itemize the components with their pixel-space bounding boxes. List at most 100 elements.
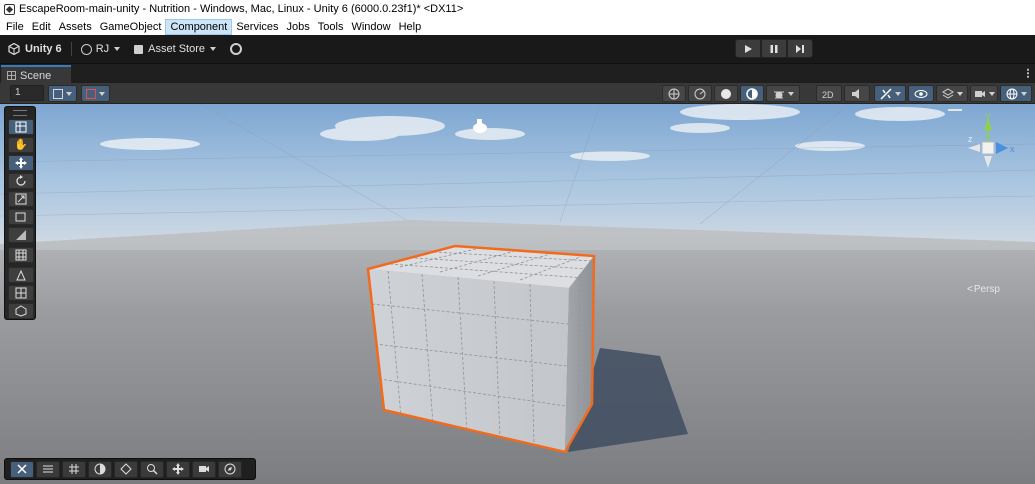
menu-component[interactable]: Component [165, 18, 233, 35]
tools-overlay: ✋ [4, 106, 36, 320]
grid-button[interactable] [62, 460, 86, 478]
transform-tool-button[interactable] [8, 227, 34, 243]
grid-snap-dropdown[interactable] [48, 85, 77, 102]
tab-scene[interactable]: Scene [1, 65, 71, 84]
effects-icon [879, 87, 892, 100]
settings-button[interactable] [36, 460, 60, 478]
menu-gameobject[interactable]: GameObject [96, 19, 166, 35]
unity-version-button[interactable]: Unity 6 [8, 43, 62, 55]
gizmo-x-label: x [1010, 144, 1015, 154]
play-button[interactable] [735, 39, 761, 58]
visibility-icon [914, 89, 928, 98]
settings-gear-icon[interactable] [230, 43, 242, 55]
tab-scene-label: Scene [20, 69, 52, 82]
nav-button[interactable] [114, 460, 138, 478]
grid-icon [53, 88, 63, 99]
visibility-button[interactable] [908, 85, 934, 102]
menu-help[interactable]: Help [395, 19, 426, 35]
search-icon [147, 464, 158, 475]
move-button[interactable] [166, 460, 190, 478]
asset-store-dropdown[interactable]: Asset Store [134, 43, 216, 55]
snap-tool-button[interactable] [8, 285, 34, 301]
account-dropdown[interactable]: RJ [80, 43, 121, 55]
projection-label[interactable]: Persp [967, 284, 1000, 295]
chevron-down-icon [894, 91, 901, 96]
svg-text:2D: 2D [822, 90, 834, 100]
gizmos-dropdown[interactable] [1000, 85, 1032, 102]
view-tool-button[interactable] [8, 119, 34, 135]
shading-button[interactable] [88, 460, 112, 478]
rect-tool-button[interactable] [8, 209, 34, 225]
overlay-drag-handle[interactable] [13, 110, 27, 116]
hand-tool-button[interactable]: ✋ [8, 137, 34, 153]
rotate-icon [16, 175, 26, 186]
chevron-down-icon [1020, 91, 1027, 96]
gizmos-icon [1006, 88, 1017, 99]
scene-grid-icon [7, 71, 16, 80]
sky [0, 104, 1035, 244]
compass-button[interactable] [218, 460, 242, 478]
layers-icon [941, 87, 954, 99]
move-icon [172, 463, 184, 475]
unity-app-icon [4, 3, 15, 15]
search-button[interactable] [140, 460, 164, 478]
custom-icon [16, 269, 26, 281]
unity-version-label: Unity 6 [25, 43, 62, 55]
tools-icon [17, 464, 27, 474]
scene-render: y x z [0, 104, 1035, 484]
hand-icon: ✋ [14, 138, 28, 151]
compass-icon [224, 463, 236, 475]
probe-tool-button[interactable] [8, 303, 34, 319]
center-icon [668, 88, 680, 99]
camera-dropdown[interactable] [970, 85, 998, 102]
audio-button[interactable] [844, 85, 870, 102]
camera-icon [974, 90, 985, 97]
pause-button[interactable] [761, 39, 787, 58]
layer-field[interactable]: 1 [10, 85, 44, 101]
camera-button[interactable] [192, 460, 216, 478]
menu-edit[interactable]: Edit [28, 19, 55, 35]
move-tool-button[interactable] [8, 155, 34, 171]
menu-bar: File Edit Assets GameObject Component Se… [0, 18, 1035, 35]
snap-icon [86, 88, 96, 99]
bottom-overlay [4, 458, 256, 480]
scene-viewport[interactable]: y x z Persp [0, 104, 1035, 484]
toggle-2d-button[interactable]: 2D [816, 85, 842, 102]
pause-icon [770, 44, 778, 53]
step-button[interactable] [787, 39, 813, 58]
menu-tools[interactable]: Tools [314, 19, 348, 35]
window-titlebar: EscapeRoom-main-unity - Nutrition - Wind… [0, 0, 1035, 18]
more-options-icon[interactable] [1027, 68, 1029, 78]
toolbar-divider [70, 42, 72, 56]
menu-services[interactable]: Services [232, 19, 282, 35]
step-icon [796, 44, 804, 53]
menu-assets[interactable]: Assets [55, 19, 96, 35]
gizmo-center-cube[interactable] [981, 141, 995, 155]
play-icon [745, 44, 752, 53]
debug-dropdown[interactable] [766, 85, 800, 102]
draw-mode-button[interactable] [740, 85, 764, 102]
snap-icon [15, 287, 27, 299]
custom-tool-button[interactable] [8, 267, 34, 283]
layers-dropdown[interactable] [936, 85, 968, 102]
audio-icon [852, 88, 859, 99]
center-button[interactable] [662, 85, 686, 102]
scale-tool-button[interactable] [8, 191, 34, 207]
scale-icon [15, 193, 27, 205]
effects-dropdown[interactable] [874, 85, 906, 102]
menu-file[interactable]: File [2, 19, 28, 35]
menu-window[interactable]: Window [347, 19, 394, 35]
chevron-down-icon [66, 91, 72, 96]
main-toolbar: Unity 6 RJ Asset Store [0, 35, 1035, 63]
incremental-snap-dropdown[interactable] [81, 85, 110, 102]
rect-icon [15, 212, 26, 222]
tools-button[interactable] [10, 460, 34, 478]
asset-store-label: Asset Store [148, 43, 205, 55]
global-button[interactable] [688, 85, 712, 102]
menu-jobs[interactable]: Jobs [283, 19, 314, 35]
shaded-button[interactable] [714, 85, 738, 102]
probe-icon [15, 305, 27, 317]
rotate-tool-button[interactable] [8, 173, 34, 189]
grid-tool-button[interactable] [8, 247, 34, 263]
shopping-bag-icon [134, 44, 144, 54]
